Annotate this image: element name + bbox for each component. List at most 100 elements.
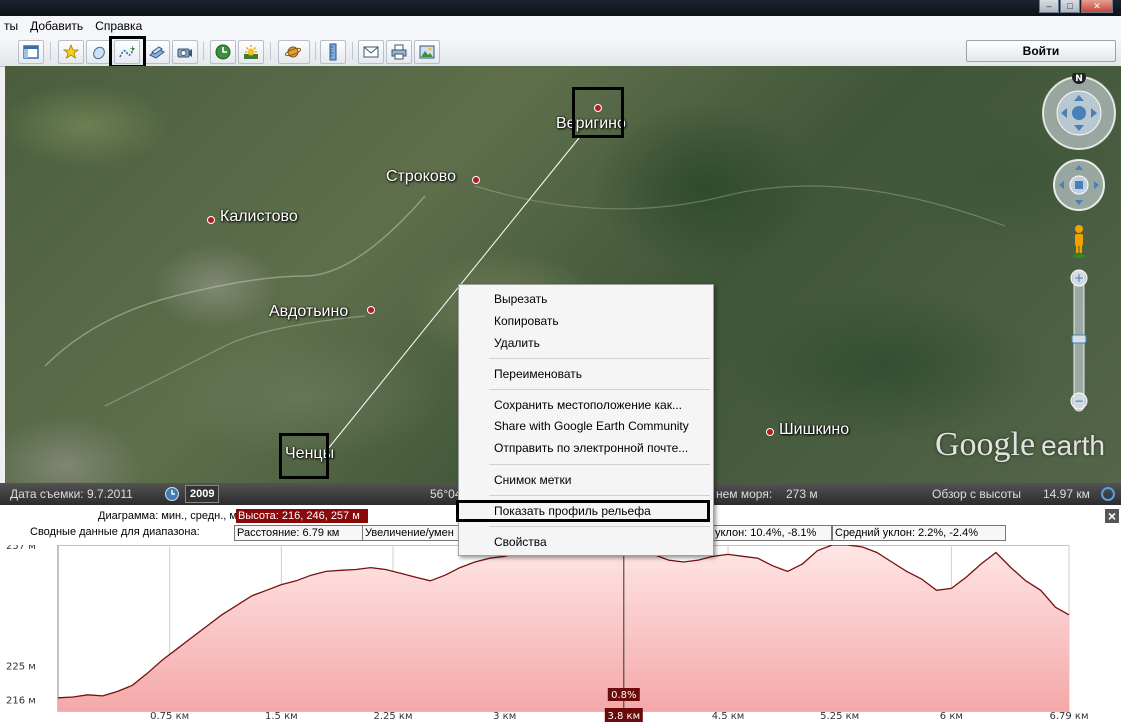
coordinates-readout: 56°04 [430,487,462,501]
maximize-icon[interactable]: □ [1060,0,1080,13]
x-tick-label: 6.79 км [1049,711,1088,722]
x-tick-label: 6 км [940,711,963,722]
menu-item-properties[interactable]: Свойства [494,533,547,551]
range-summary-label: Сводные данные для диапазона: [30,526,200,538]
historical-imagery-icon[interactable] [164,486,180,502]
add-polygon-icon [93,46,105,60]
menu-bar: ты Добавить Справка [0,16,1121,36]
range-gain-loss: Увеличение/умен [362,525,460,541]
elevation-profile-chart[interactable]: 257 м 225 м 216 м 0.75 км 1.5 км 2.25 км 3 км 4… [0,545,1121,725]
save-image-button[interactable] [414,40,440,64]
svg-text:+: + [129,44,136,53]
range-max-slope: уклон: 10.4%, -8.1% [712,525,832,541]
email-icon [363,46,379,58]
menu-item-help[interactable]: Справка [91,19,150,33]
add-placemark-button[interactable] [58,40,84,64]
add-polygon-button[interactable] [86,40,112,64]
close-icon[interactable]: ✕ [1081,0,1113,13]
context-menu: Вырезать Копировать Удалить Переименоват… [458,284,714,556]
add-path-icon: + [119,44,136,58]
range-avg-slope: Средний уклон: 2.2%, -2.4% [832,525,1006,541]
print-icon [391,44,407,60]
save-image-icon [419,45,435,59]
cursor-distance-label: 3.8 км [607,711,640,722]
road-line [474,185,1006,227]
road-line [104,315,366,407]
menu-item-show-elevation-profile[interactable]: Показать профиль рельефа [494,502,651,520]
planet-switch-icon [285,46,302,58]
chart-stats-label: Диаграмма: мин., средн., макс. [98,510,257,522]
place-marker[interactable] [766,428,774,436]
place-marker[interactable] [367,306,375,314]
menu-item-add[interactable]: Добавить [26,19,91,33]
sidebar-toggle-button[interactable] [18,40,44,64]
menu-item-save-place-as[interactable]: Сохранить местоположение как... [494,396,682,414]
zoom-slider-thumb[interactable] [1071,334,1087,344]
google-earth-logo: Google earth [935,426,1105,463]
place-label-avdotino[interactable]: Авдотьино [269,303,348,321]
place-marker[interactable] [594,104,602,112]
place-marker[interactable] [472,176,480,184]
x-tick-label: 3 км [493,711,516,722]
x-tick-label: 2.25 км [373,711,412,722]
menu-item-email[interactable]: Отправить по электронной почте... [494,439,688,457]
x-tick-label: 1.5 км [265,711,298,722]
place-label-chentsy[interactable]: Ченцы [285,445,334,463]
elevation-value: 273 м [786,487,818,501]
menu-item-share-community[interactable]: Share with Google Earth Community [494,417,689,435]
add-placemark-icon [62,43,80,59]
email-button[interactable] [358,40,384,64]
hand-icon [1075,181,1083,189]
north-label: N [1075,74,1083,84]
print-button[interactable] [386,40,412,64]
window-titlebar: – □ ✕ [0,0,1121,16]
zoom-out-icon: − [1074,394,1084,408]
place-label-kalistovo[interactable]: Калистово [220,208,298,226]
toolbar: + [0,36,1121,67]
menu-item-copy[interactable]: Копировать [494,312,559,330]
street-view-pegman-icon[interactable] [1073,225,1085,258]
imagery-date: Дата съемки: 9.7.2011 [10,487,133,501]
x-tick-label: 5.25 км [820,711,859,722]
planet-switch-button[interactable] [278,40,310,64]
cursor-slope-label: 0.8% [611,690,636,701]
menu-item-cut[interactable]: Вырезать [494,290,547,308]
x-tick-label: 0.75 км [150,711,189,722]
menu-item-delete[interactable]: Удалить [494,334,540,352]
minimize-icon[interactable]: – [1039,0,1059,13]
close-profile-button[interactable]: × [1105,509,1119,523]
historical-imagery-icon [215,44,231,60]
y-tick-label: 225 м [6,662,36,673]
login-button[interactable]: Войти [966,40,1116,62]
y-tick-label: 257 м [6,545,36,552]
ruler-icon [329,43,337,61]
menu-item-snapshot[interactable]: Снимок метки [494,471,571,489]
add-image-overlay-icon [149,46,165,59]
elevation-label: нем моря: [716,487,773,501]
add-image-overlay-button[interactable] [144,40,170,64]
menu-item-rename[interactable]: Переименовать [494,365,582,383]
menu-item-truncated[interactable]: ты [0,19,26,33]
y-tick-label: 216 м [6,696,36,707]
eye-icon [1072,106,1086,120]
ruler-button[interactable] [320,40,346,64]
streaming-status-icon [1101,487,1115,501]
place-label-verigino[interactable]: Веригино [556,115,626,133]
range-distance: Расстояние: 6.79 км [234,525,364,541]
place-label-shishkino[interactable]: Шишкино [779,421,849,439]
imagery-year-button[interactable]: 2009 [185,485,220,503]
record-tour-button[interactable] [172,40,198,64]
x-tick-label: 4.5 км [712,711,745,722]
eye-altitude-label: Обзор с высоты [932,487,1021,501]
historical-imagery-button[interactable] [210,40,236,64]
eye-altitude-value: 14.97 км [1043,487,1090,501]
add-path-button[interactable]: + [114,40,140,64]
sunlight-icon [244,45,258,59]
record-tour-icon [177,48,192,58]
place-marker[interactable] [207,216,215,224]
sidebar-icon [23,45,39,59]
zoom-in-icon: + [1074,271,1084,285]
sunlight-button[interactable] [238,40,264,64]
place-label-strokovo[interactable]: Строково [386,168,456,186]
elevation-stats-value[interactable]: Высота: 216, 246, 257 м [236,509,368,523]
